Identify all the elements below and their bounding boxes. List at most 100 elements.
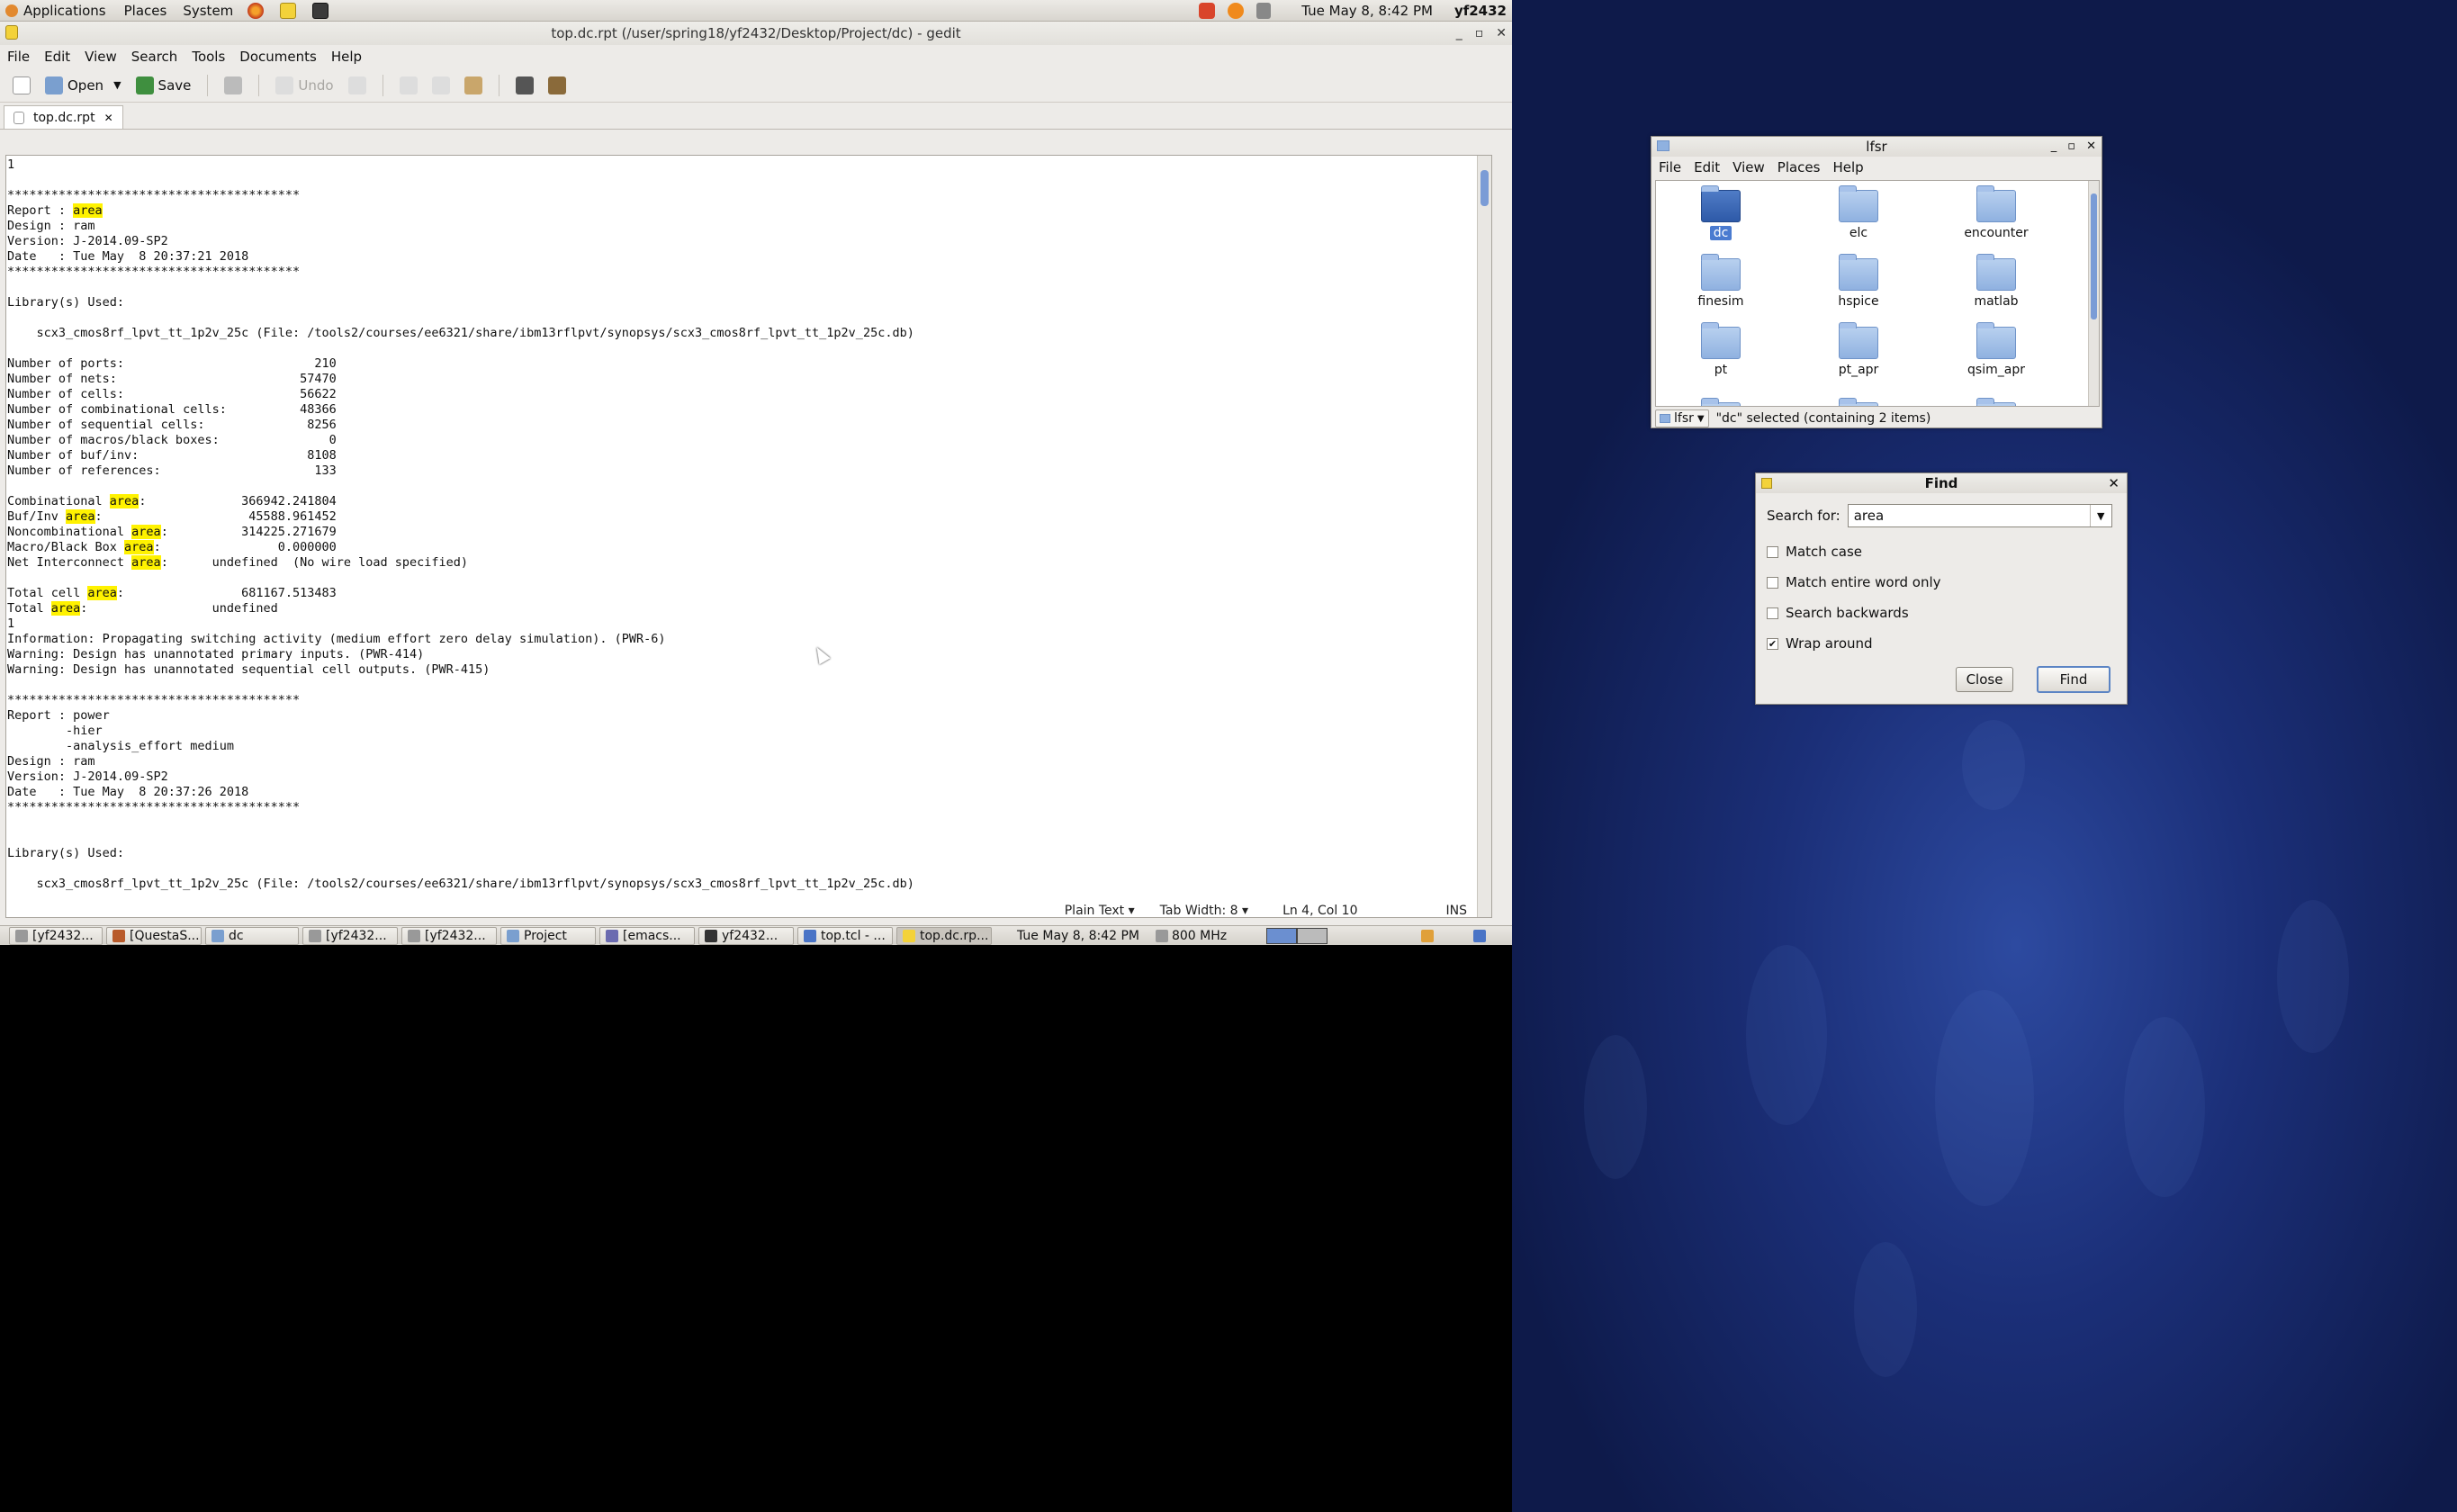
folder-item-pt_apr[interactable]: pt_apr (1804, 322, 1912, 377)
workspace-switcher[interactable] (1266, 927, 1328, 944)
menu-help[interactable]: Help (331, 49, 362, 65)
taskbar-item[interactable]: [yf2432... (9, 926, 103, 945)
folder-item-pt[interactable]: pt (1667, 322, 1775, 377)
notes-icon[interactable] (1421, 929, 1435, 942)
workspace-2[interactable] (1297, 927, 1328, 944)
option-match-entire-word-only[interactable]: Match entire word only (1767, 574, 1941, 590)
new-button[interactable] (9, 75, 34, 96)
tab-close-icon[interactable]: ✕ (104, 112, 113, 124)
folder-view-scrollbar[interactable] (2088, 181, 2099, 406)
update-icon[interactable] (1228, 3, 1245, 19)
option-search-backwards[interactable]: Search backwards (1767, 605, 1909, 621)
find-button[interactable] (512, 75, 537, 96)
taskbar-item[interactable]: top.dc.rp... (896, 926, 992, 945)
alert-icon[interactable] (1199, 3, 1216, 19)
places-menu[interactable]: Places (122, 3, 169, 19)
close-button[interactable]: Close (1956, 667, 2013, 692)
close-icon[interactable]: ✕ (1496, 22, 1507, 45)
taskbar-item[interactable]: yf2432... (698, 926, 794, 945)
option-match-case[interactable]: Match case (1767, 544, 1862, 560)
toolbar-separator (382, 74, 383, 96)
print-button[interactable] (220, 75, 246, 96)
language-selector[interactable]: Plain Text ▾ (1065, 904, 1135, 918)
taskbar-clock[interactable]: Tue May 8, 8:42 PM (1017, 929, 1139, 943)
checkbox[interactable] (1767, 607, 1778, 619)
fm-menu-view[interactable]: View (1732, 159, 1765, 176)
maximize-icon[interactable]: ▫ (2067, 137, 2075, 157)
taskbar-item[interactable]: top.tcl - ... (797, 926, 893, 945)
open-button[interactable]: Open ▼ (41, 75, 125, 96)
menu-view[interactable]: View (85, 49, 117, 65)
tab-top-dc-rpt[interactable]: top.dc.rpt ✕ (4, 105, 123, 129)
copy-button[interactable] (428, 75, 454, 96)
applications-menu[interactable]: Applications (4, 3, 110, 19)
redo-button[interactable] (345, 75, 370, 96)
fm-menu-file[interactable]: File (1659, 159, 1681, 176)
clock[interactable]: Tue May 8, 8:42 PM (1301, 3, 1433, 19)
option-label: Search backwards (1786, 605, 1909, 621)
paste-button[interactable] (461, 75, 486, 96)
minimize-icon[interactable]: _ (2051, 137, 2057, 157)
maximize-icon[interactable]: ▫ (1475, 22, 1484, 45)
save-button[interactable]: Save (132, 75, 195, 96)
taskbar-item[interactable]: [yf2432... (401, 926, 497, 945)
folder-item-elc[interactable]: elc (1804, 185, 1912, 240)
search-highlight: area (124, 540, 154, 554)
taskbar-item[interactable]: [yf2432... (302, 926, 398, 945)
replace-button[interactable] (544, 75, 570, 96)
path-button[interactable]: lfsr ▼ (1655, 410, 1709, 428)
tab-width-selector[interactable]: Tab Width: 8 ▾ (1160, 904, 1248, 918)
folder-item-encounter[interactable]: encounter (1942, 185, 2050, 240)
menu-file[interactable]: File (7, 49, 30, 65)
user-name[interactable]: yf2432 (1454, 3, 1507, 19)
search-input[interactable]: area ▼ (1847, 504, 2112, 527)
chevron-down-icon[interactable]: ▼ (2089, 505, 2111, 526)
system-menu[interactable]: System (181, 3, 235, 19)
find-dialog-titlebar[interactable]: Find ✕ (1756, 473, 2127, 493)
taskbar-item[interactable]: Project (500, 926, 596, 945)
menu-search[interactable]: Search (131, 49, 178, 65)
vertical-scrollbar[interactable] (1477, 156, 1491, 917)
document-text[interactable]: 1 ***************************************… (6, 156, 1491, 892)
menu-edit[interactable]: Edit (44, 49, 70, 65)
folder-item-finesim[interactable]: finesim (1667, 254, 1775, 309)
cut-button[interactable] (396, 75, 421, 96)
taskbar-item[interactable]: [emacs... (599, 926, 695, 945)
checkbox[interactable] (1767, 576, 1778, 589)
close-icon[interactable]: ✕ (2108, 473, 2120, 493)
folder-view[interactable]: dc elc encounter finesim hspice matlab pt pt_ap… (1655, 180, 2100, 407)
scrollbar-thumb[interactable] (1480, 170, 1489, 206)
volume-muted-icon[interactable] (1256, 3, 1272, 19)
checkbox-checked[interactable]: ✔ (1767, 637, 1778, 650)
text-editor-launcher-icon[interactable] (280, 2, 297, 19)
chevron-down-icon[interactable]: ▼ (113, 79, 121, 91)
checkbox[interactable] (1767, 545, 1778, 558)
menu-tools[interactable]: Tools (192, 49, 225, 65)
gedit-titlebar[interactable]: top.dc.rpt (/user/spring18/yf2432/Deskto… (0, 22, 1512, 45)
toolbar-separator (498, 74, 500, 96)
folder-item-hspice[interactable]: hspice (1804, 254, 1912, 309)
terminal-launcher-icon[interactable] (312, 2, 329, 19)
undo-button[interactable]: Undo (272, 75, 337, 96)
file-manager-titlebar[interactable]: lfsr _ ▫ ✕ (1652, 137, 2102, 157)
print-icon (224, 76, 243, 94)
text-editor[interactable]: 1 ***************************************… (5, 155, 1492, 918)
firefox-icon[interactable] (248, 2, 265, 19)
show-desktop-icon[interactable] (1473, 929, 1487, 942)
scrollbar-thumb[interactable] (2091, 194, 2097, 320)
minimize-icon[interactable]: _ (1456, 22, 1462, 45)
close-icon[interactable]: ✕ (2086, 137, 2096, 157)
option-wrap-around[interactable]: ✔ Wrap around (1767, 635, 1873, 652)
text-line: Warning: Design has unannotated primary … (7, 647, 425, 662)
fm-menu-edit[interactable]: Edit (1694, 159, 1720, 176)
find-button[interactable]: Find (2037, 666, 2110, 693)
folder-item-dc[interactable]: dc (1667, 185, 1775, 240)
menu-documents[interactable]: Documents (239, 49, 317, 65)
taskbar-item[interactable]: [QuestaS... (106, 926, 202, 945)
fm-menu-places[interactable]: Places (1778, 159, 1821, 176)
folder-item-matlab[interactable]: matlab (1942, 254, 2050, 309)
fm-menu-help[interactable]: Help (1832, 159, 1863, 176)
taskbar-item[interactable]: dc (205, 926, 299, 945)
workspace-1[interactable] (1266, 927, 1298, 944)
folder-item-qsim_apr[interactable]: qsim_apr (1942, 322, 2050, 377)
